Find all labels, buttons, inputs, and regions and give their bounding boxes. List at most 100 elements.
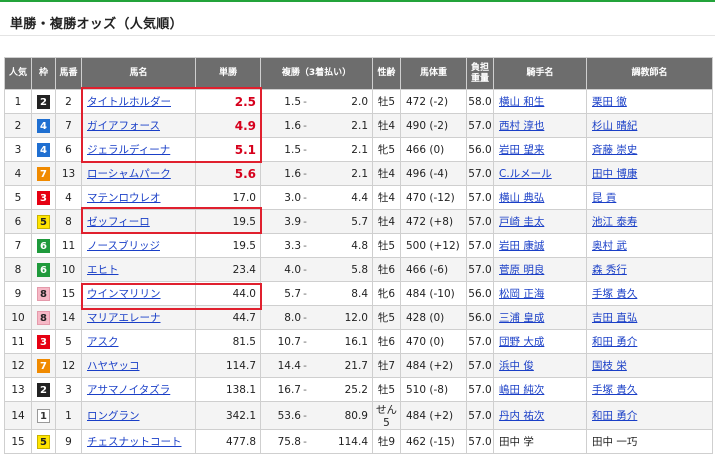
seirei-cell: 牡4 [372, 113, 401, 138]
bamei-cell: マリアエレーナ [81, 305, 196, 330]
fukusho-low: 75.8 [277, 435, 301, 448]
horse-name-link[interactable]: マリアエレーナ [87, 312, 161, 324]
seirei-cell: 牡4 [372, 185, 401, 210]
horse-name-link[interactable]: タイトルホルダー [87, 96, 171, 108]
jockey-name-link[interactable]: 岩田 望来 [499, 144, 544, 156]
trainer-name-link[interactable]: 池江 泰寿 [592, 216, 637, 228]
trainer-name-link[interactable]: 杉山 晴紀 [592, 120, 637, 132]
tansho-cell: 114.7 [195, 353, 261, 378]
tansho-cell: 23.4 [195, 257, 261, 282]
kishu-cell: 戸崎 圭太 [493, 209, 587, 234]
jockey-name-link[interactable]: 西村 淳也 [499, 120, 544, 132]
jockey-name-link[interactable]: 松岡 正海 [499, 288, 544, 300]
fukusho-low: 1.6 [284, 167, 301, 180]
umaban-cell: 8 [55, 209, 82, 234]
jockey-name-link[interactable]: 菅原 明良 [499, 264, 544, 276]
trainer-name-link[interactable]: 昆 貢 [592, 192, 616, 204]
chokyoshi-cell: 吉田 直弘 [586, 305, 713, 330]
bataiju-cell: 472 (+8) [400, 209, 467, 234]
header-kishu: 騎手名 [493, 57, 587, 90]
jockey-name-link[interactable]: C.ルメール [499, 168, 552, 180]
fukusho-low: 14.4 [277, 359, 301, 372]
table-row: 3 4 6 ジェラルディーナ 5.1 1.5- 2.1 牝5 466 (0) 56.0 岩田 望来 斉… [4, 137, 713, 162]
trainer-name-link[interactable]: 手塚 貴久 [592, 288, 637, 300]
jockey-name-link[interactable]: 嶋田 純次 [499, 384, 544, 396]
seirei-cell: せん5 [372, 401, 401, 430]
kishu-cell: 松岡 正海 [493, 281, 587, 306]
tansho-cell: 81.5 [195, 329, 261, 354]
table-row: 9 8 15 ウインマリリン 44.0 5.7- 8.4 牝6 484 (-10) 56.0 松岡 … [4, 281, 713, 306]
jockey-name-link[interactable]: 横山 和生 [499, 96, 544, 108]
horse-name-link[interactable]: ガイアフォース [87, 120, 160, 132]
header-bamei: 馬名 [81, 57, 196, 90]
bataiju-cell: 484 (-10) [400, 281, 467, 306]
trainer-name-link[interactable]: 田中 博康 [592, 168, 637, 180]
trainer-name-link[interactable]: 和田 勇介 [592, 336, 637, 348]
kishu-cell: C.ルメール [493, 161, 587, 186]
horse-name-link[interactable]: ゼッフィーロ [87, 216, 150, 228]
horse-name-link[interactable]: エヒト [87, 264, 119, 276]
fukusho-cell: 4.0- 5.8 [260, 257, 373, 282]
trainer-name-link[interactable]: 栗田 徹 [592, 96, 627, 108]
fukusho-low: 1.6 [284, 119, 301, 132]
header-fukusho: 複勝（3着払い） [260, 57, 373, 90]
kinryo-cell: 57.0 [466, 233, 494, 258]
chokyoshi-cell: 手塚 貴久 [586, 377, 713, 402]
seirei-cell: 牡4 [372, 161, 401, 186]
fukusho-dash: - [303, 311, 307, 324]
bataiju-cell: 484 (+2) [400, 353, 467, 378]
waku-badge: 2 [37, 382, 50, 397]
horse-name-link[interactable]: ウインマリリン [87, 288, 161, 300]
trainer-name-link[interactable]: 和田 勇介 [592, 410, 637, 422]
fukusho-cell: 10.7- 16.1 [260, 329, 373, 354]
trainer-name-link[interactable]: 森 秀行 [592, 264, 627, 276]
trainer-name-link[interactable]: 手塚 貴久 [592, 384, 637, 396]
top-accent-line [0, 0, 715, 2]
fukusho-cell: 75.8- 114.4 [260, 429, 373, 454]
horse-name-link[interactable]: チェスナットコート [87, 436, 182, 448]
jockey-name-link[interactable]: 岩田 康誠 [499, 240, 544, 252]
ninki-cell: 9 [4, 281, 32, 306]
waku-cell: 1 [31, 401, 56, 430]
horse-name-link[interactable]: ジェラルディーナ [87, 144, 170, 156]
jockey-name-link[interactable]: 丹内 祐次 [499, 410, 544, 422]
table-row: 2 4 7 ガイアフォース 4.9 1.6- 2.1 牡4 490 (-2) 57.0 西村 淳也 杉… [4, 113, 713, 138]
jockey-name-link[interactable]: 横山 典弘 [499, 192, 544, 204]
trainer-name-link[interactable]: 奥村 武 [592, 240, 627, 252]
header-umaban: 馬番 [55, 57, 82, 90]
trainer-name-link[interactable]: 国枝 栄 [592, 360, 627, 372]
umaban-cell: 3 [55, 377, 82, 402]
seirei-cell: 牡6 [372, 257, 401, 282]
table-row: 10 8 14 マリアエレーナ 44.7 8.0- 12.0 牝5 428 (0) 56.0 三浦 … [4, 305, 713, 330]
fukusho-dash: - [303, 191, 307, 204]
horse-name-link[interactable]: アスク [87, 336, 119, 348]
ninki-cell: 11 [4, 329, 32, 354]
ninki-cell: 12 [4, 353, 32, 378]
ninki-cell: 15 [4, 429, 32, 454]
horse-name-link[interactable]: ハヤヤッコ [87, 360, 140, 372]
chokyoshi-cell: 国枝 栄 [586, 353, 713, 378]
table-row: 14 1 1 ロングラン 342.1 53.6- 80.9 せん5 484 (+2) 57.0 丹内… [4, 401, 713, 430]
fukusho-cell: 1.6- 2.1 [260, 113, 373, 138]
jockey-name-link[interactable]: 団野 大成 [499, 336, 544, 348]
jockey-name-link[interactable]: 浜中 俊 [499, 360, 534, 372]
bataiju-cell: 510 (-8) [400, 377, 467, 402]
chokyoshi-cell: 奥村 武 [586, 233, 713, 258]
horse-name-link[interactable]: ローシャムパーク [87, 168, 171, 180]
jockey-name-link[interactable]: 三浦 皇成 [499, 312, 544, 324]
fukusho-high: 25.2 [344, 383, 368, 396]
trainer-name-link[interactable]: 吉田 直弘 [592, 312, 637, 324]
horse-name-link[interactable]: ノースブリッジ [87, 240, 160, 252]
trainer-name-link[interactable]: 斉藤 崇史 [592, 144, 637, 156]
fukusho-cell: 16.7- 25.2 [260, 377, 373, 402]
tansho-cell: 44.0 [195, 281, 261, 306]
fukusho-cell: 1.5- 2.0 [260, 89, 373, 114]
bamei-cell: ジェラルディーナ [81, 137, 196, 162]
waku-cell: 3 [31, 185, 56, 210]
jockey-name-link[interactable]: 戸崎 圭太 [499, 216, 544, 228]
fukusho-high: 16.1 [344, 335, 368, 348]
horse-name-link[interactable]: アサマノイタズラ [87, 384, 170, 396]
waku-cell: 5 [31, 429, 56, 454]
horse-name-link[interactable]: ロングラン [87, 410, 140, 422]
horse-name-link[interactable]: マテンロウレオ [87, 192, 161, 204]
